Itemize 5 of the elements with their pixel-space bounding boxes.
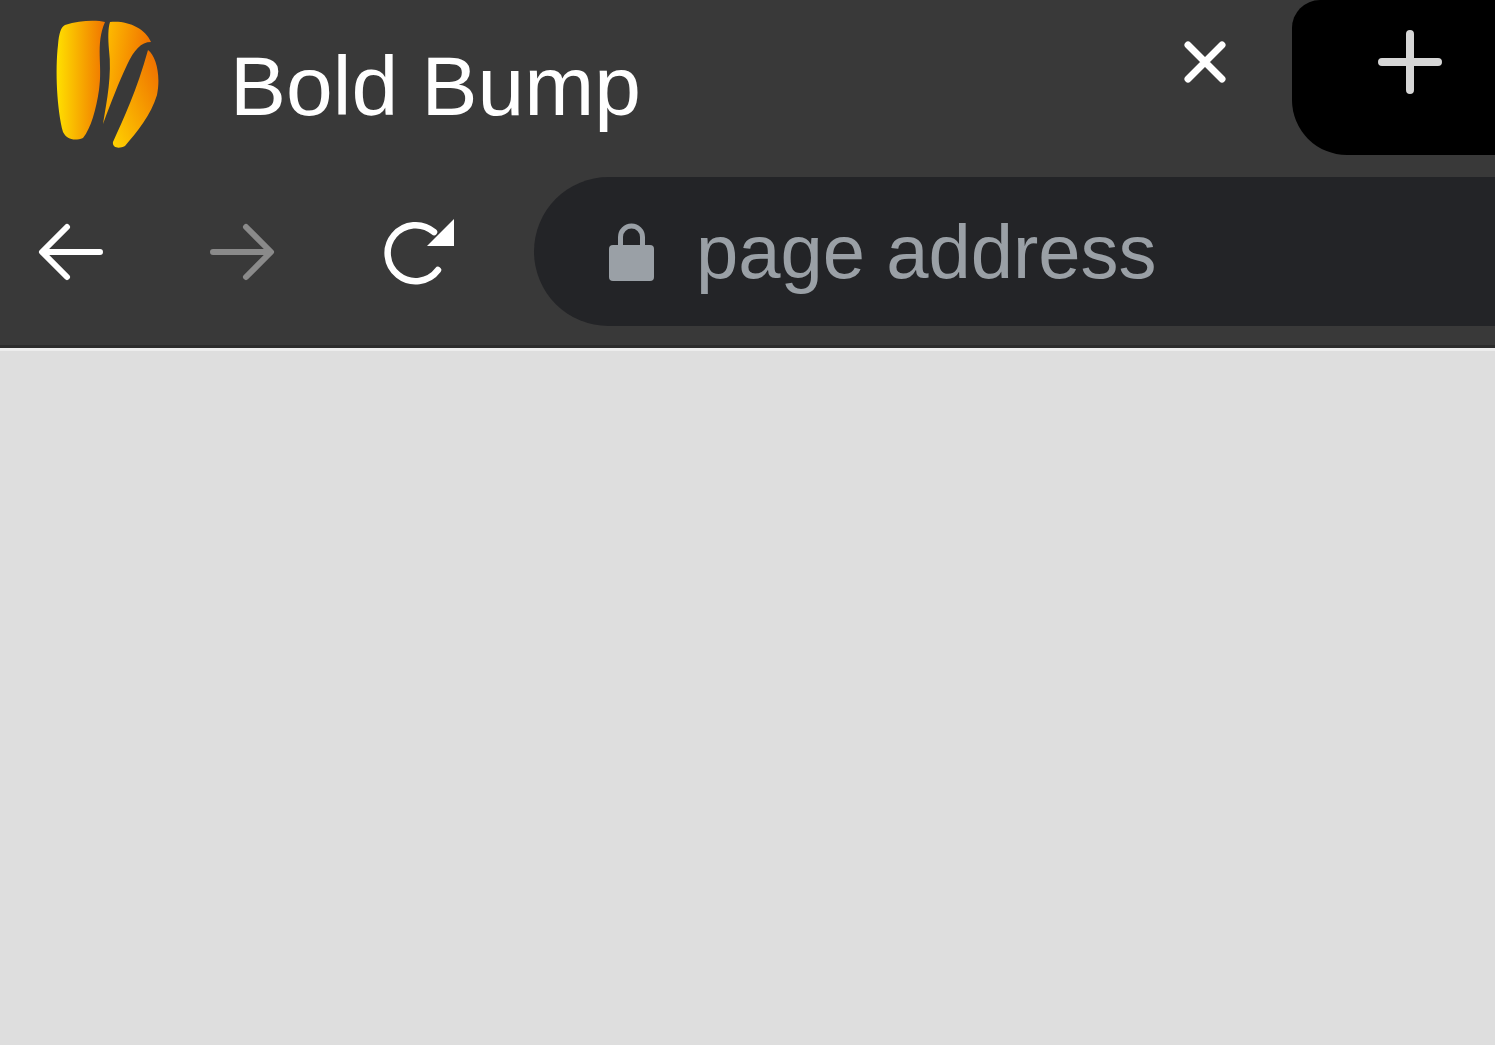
address-field[interactable]: page address	[534, 177, 1495, 326]
plus-icon	[1378, 30, 1442, 94]
close-icon	[1183, 40, 1227, 84]
browser-tab[interactable]: Bold Bump	[0, 0, 1292, 155]
logo-icon	[55, 20, 160, 148]
